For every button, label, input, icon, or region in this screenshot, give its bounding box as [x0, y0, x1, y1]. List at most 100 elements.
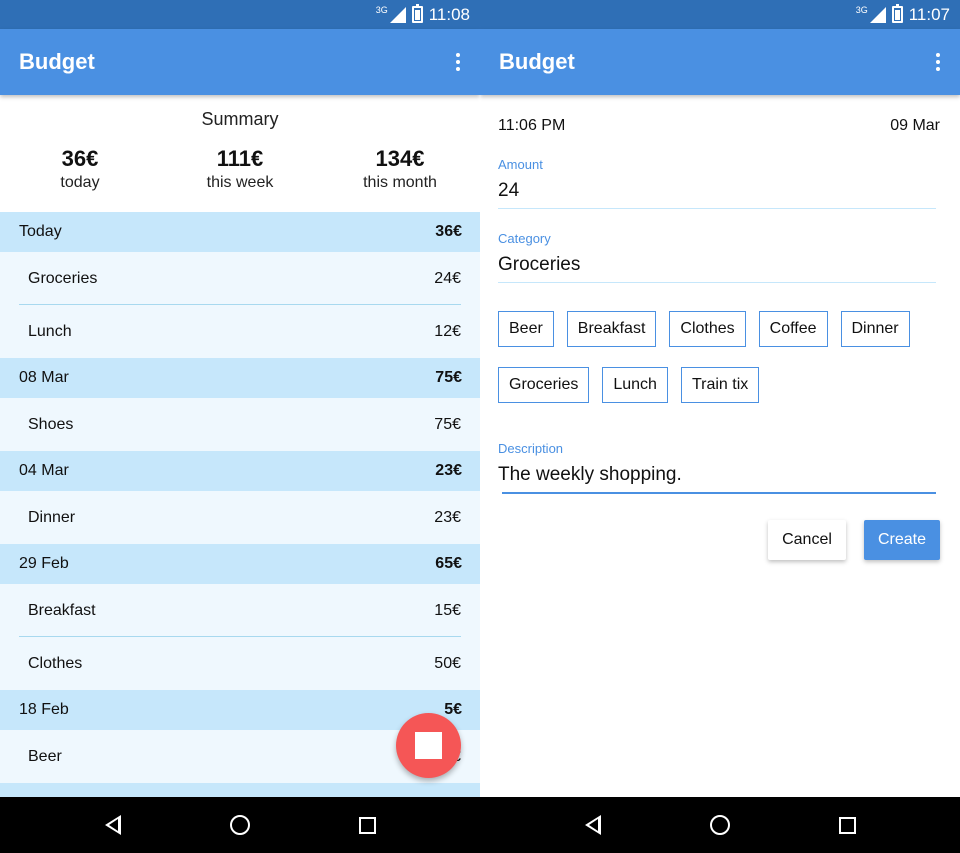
chip-breakfast[interactable]: Breakfast [566, 311, 657, 347]
item-name: Clothes [28, 654, 83, 672]
status-bar: 3G 11:07 [480, 0, 960, 29]
cancel-button[interactable]: Cancel [768, 520, 846, 560]
summary-title: Summary [201, 109, 279, 129]
back-icon[interactable] [104, 815, 121, 835]
amount-input[interactable]: 24 [498, 180, 936, 209]
app-bar: Budget [0, 29, 480, 95]
item-name: Shoes [28, 415, 74, 433]
list-item[interactable]: Breakfast 15€ [0, 584, 480, 637]
summary-stats: 36€ today 111€ this week 134€ this month [0, 146, 480, 196]
day-header[interactable]: 04 Mar 23€ [0, 451, 480, 491]
item-amount: 23€ [434, 508, 461, 526]
day-total: 23€ [435, 462, 462, 479]
expense-list: Today 36€ Groceries 24€ Lunch 12€ 08 Mar… [0, 212, 480, 797]
home-icon[interactable] [229, 815, 250, 835]
stop-icon [415, 732, 442, 759]
stop-button[interactable] [396, 713, 461, 778]
chip-lunch[interactable]: Lunch [602, 367, 668, 403]
app-title: Budget [19, 49, 95, 74]
day-header[interactable]: 08 Mar 75€ [0, 358, 480, 398]
item-name: Groceries [28, 269, 98, 287]
chip-groceries[interactable]: Groceries [498, 367, 590, 403]
item-amount: 24€ [434, 269, 461, 287]
overflow-menu-icon[interactable] [454, 49, 462, 75]
category-chips: Beer Breakfast Clothes Coffee Dinner Gro… [498, 311, 928, 403]
datetime-row: 11:06 PM 09 Mar [498, 117, 940, 135]
chip-train-tix[interactable]: Train tix [680, 367, 760, 403]
day-date: 29 Feb [19, 555, 69, 572]
stat-amount: 134€ [375, 146, 425, 171]
create-button[interactable]: Create [864, 520, 940, 560]
day-header[interactable] [0, 783, 480, 797]
time-picker[interactable]: 11:06 PM [498, 117, 565, 135]
back-icon[interactable] [584, 815, 601, 835]
status-time: 11:07 [908, 4, 950, 24]
chip-clothes[interactable]: Clothes [669, 311, 746, 347]
app-title: Budget [499, 49, 575, 74]
item-amount: 12€ [434, 322, 461, 340]
description-text: The weekly shopping. [498, 464, 682, 485]
item-name: Dinner [28, 508, 76, 526]
item-amount: 15€ [434, 601, 461, 619]
summary-screen: 3G 11:08 Budget Summary 36€ today 111€ t… [0, 0, 480, 797]
form-actions: Cancel Create [498, 520, 940, 560]
day-date: Today [19, 223, 62, 240]
item-name: Breakfast [28, 601, 96, 619]
category-field: Category Groceries [498, 231, 940, 283]
list-item[interactable]: Lunch 12€ [0, 305, 480, 358]
list-item[interactable]: Clothes 50€ [0, 637, 480, 690]
expense-form: 11:06 PM 09 Mar Amount 24 Category Groce… [480, 117, 960, 560]
description-field: Description The weekly shopping. [498, 441, 940, 494]
category-label: Category [498, 231, 551, 246]
status-time: 11:08 [428, 4, 470, 24]
recents-icon[interactable] [838, 816, 856, 834]
list-item[interactable]: Dinner 23€ [0, 491, 480, 544]
date-picker[interactable]: 09 Mar [890, 117, 940, 135]
day-date: 18 Feb [19, 701, 69, 718]
day-header[interactable]: Today 36€ [0, 212, 480, 252]
network-type: 3G [375, 4, 388, 15]
amount-label: Amount [498, 157, 543, 172]
chip-beer[interactable]: Beer [498, 311, 554, 347]
description-input[interactable]: The weekly shopping. [498, 464, 936, 494]
stat-month: 134€ this month [320, 146, 480, 196]
day-total: 36€ [435, 223, 462, 240]
stat-week: 111€ this week [160, 146, 320, 196]
app-bar: Budget [480, 29, 960, 95]
day-date: 08 Mar [19, 369, 69, 386]
chip-coffee[interactable]: Coffee [758, 311, 828, 347]
day-total: 75€ [435, 369, 462, 386]
overflow-menu-icon[interactable] [934, 49, 942, 75]
description-label: Description [498, 441, 564, 456]
home-icon[interactable] [709, 815, 730, 835]
signal-icon [869, 6, 886, 23]
amount-field: Amount 24 [498, 157, 940, 209]
battery-icon [411, 4, 423, 23]
stat-label: today [60, 174, 100, 191]
battery-icon [891, 4, 903, 23]
status-bar: 3G 11:08 [0, 0, 480, 29]
stat-amount: 111€ [216, 146, 264, 171]
day-total: 65€ [435, 555, 462, 572]
list-item[interactable]: Groceries 24€ [0, 252, 480, 305]
stat-amount: 36€ [61, 146, 99, 171]
list-item[interactable]: Shoes 75€ [0, 398, 480, 451]
item-amount: 75€ [434, 415, 461, 433]
stat-today: 36€ today [0, 146, 160, 196]
navigation-bar [480, 797, 960, 853]
stat-label: this month [363, 174, 437, 191]
item-name: Beer [28, 747, 62, 765]
signal-icon [389, 6, 406, 23]
day-header[interactable]: 29 Feb 65€ [0, 544, 480, 584]
item-amount: 50€ [434, 654, 461, 672]
navigation-bar [0, 797, 480, 853]
new-expense-screen: 3G 11:07 Budget 11:06 PM 09 Mar Amount 2… [480, 0, 960, 797]
item-name: Lunch [28, 322, 72, 340]
day-total: 5€ [444, 701, 462, 718]
day-date: 04 Mar [19, 462, 69, 479]
network-type: 3G [855, 4, 868, 15]
stat-label: this week [206, 174, 274, 191]
recents-icon[interactable] [358, 816, 376, 834]
chip-dinner[interactable]: Dinner [840, 311, 910, 347]
category-input[interactable]: Groceries [498, 254, 936, 283]
